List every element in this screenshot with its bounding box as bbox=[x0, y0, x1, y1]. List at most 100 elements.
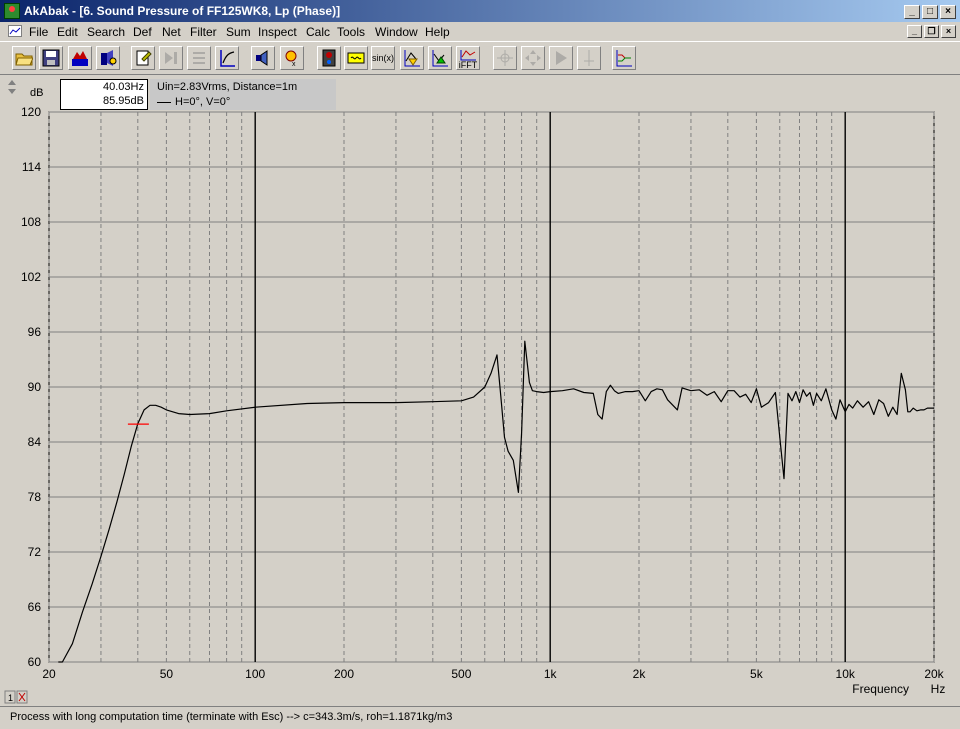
plot-up-button[interactable] bbox=[400, 46, 424, 70]
marker-icon bbox=[584, 50, 594, 66]
menu-window[interactable]: Window bbox=[375, 25, 418, 39]
document-window-controls: _ ❐ × bbox=[907, 25, 956, 38]
svg-text:x: x bbox=[292, 61, 296, 67]
x-axis-unit: Hz bbox=[931, 682, 946, 696]
sin-button-label: sin(x) bbox=[372, 53, 394, 63]
cursor-button[interactable] bbox=[493, 46, 517, 70]
ifft-button-label: iFFT bbox=[458, 60, 478, 70]
x-tick-label: 20k bbox=[924, 667, 944, 681]
svg-text:1: 1 bbox=[8, 693, 13, 703]
save-button[interactable] bbox=[39, 46, 63, 70]
graphs-button[interactable] bbox=[612, 46, 636, 70]
legend-conditions: Uin=2.83Vrms, Distance=1m bbox=[157, 81, 298, 93]
step-button[interactable] bbox=[159, 46, 183, 70]
filter-icon bbox=[347, 52, 365, 64]
doc-minimize-button[interactable]: _ bbox=[907, 25, 922, 38]
plot-down-icon bbox=[432, 50, 448, 67]
model-icon bbox=[72, 51, 88, 66]
legend-entry-label: H=0°, V=0° bbox=[175, 96, 231, 108]
status-toggle-icon[interactable]: 1 bbox=[4, 690, 30, 704]
menu-bar: File Edit Search Def Net Filter Sum Inspect Calc… bbox=[0, 22, 960, 41]
plot-up-icon bbox=[404, 50, 420, 67]
driver-button[interactable] bbox=[96, 46, 120, 70]
sin-button[interactable]: sin(x) bbox=[371, 46, 395, 70]
speaker-button[interactable] bbox=[251, 46, 275, 70]
y-tick-label: 108 bbox=[21, 215, 41, 229]
legend-line-swatch bbox=[157, 101, 171, 103]
menu-file[interactable]: File bbox=[29, 25, 48, 39]
window-controls: _ □ × bbox=[904, 5, 956, 19]
y-tick-label: 120 bbox=[21, 105, 41, 119]
x-tick-label: 10k bbox=[836, 667, 856, 681]
x-tick-label: 20 bbox=[42, 667, 56, 681]
title-bar: AkAbak - [6. Sound Pressure of FF125WK8,… bbox=[0, 0, 960, 22]
y-tick-label: 66 bbox=[28, 600, 42, 614]
xy-button[interactable]: x bbox=[280, 46, 304, 70]
menu-search[interactable]: Search bbox=[87, 25, 125, 39]
x-axis-title: Frequency bbox=[852, 682, 909, 696]
ifft-button[interactable]: iFFT bbox=[456, 46, 480, 70]
cursor-frequency: 40.03Hz bbox=[103, 81, 144, 93]
menu-sum[interactable]: Sum bbox=[226, 25, 251, 39]
legend-panel: Uin=2.83Vrms, Distance=1m H=0°, V=0° bbox=[150, 79, 336, 110]
scale-button[interactable] bbox=[215, 46, 239, 70]
y-tick-label: 60 bbox=[28, 655, 42, 669]
status-bar: 1 Process with long computation time (te… bbox=[0, 690, 960, 729]
play-icon bbox=[556, 51, 567, 65]
document-icon bbox=[8, 25, 22, 37]
minimize-button[interactable]: _ bbox=[904, 5, 920, 19]
open-icon bbox=[15, 53, 33, 66]
step-icon bbox=[165, 52, 177, 64]
menu-net[interactable]: Net bbox=[162, 25, 181, 39]
status-text: Process with long computation time (term… bbox=[10, 711, 453, 723]
list-icon bbox=[193, 52, 205, 64]
y-tick-label: 90 bbox=[28, 380, 42, 394]
scale-icon bbox=[220, 50, 235, 67]
plot-area[interactable]: 60 66 72 78 84 90 96 102 108 114 120 20 50 100 200 500 1… bbox=[0, 76, 960, 706]
x-tick-label: 1k bbox=[544, 667, 558, 681]
menu-edit[interactable]: Edit bbox=[57, 25, 78, 39]
list-button[interactable] bbox=[187, 46, 211, 70]
app-icon bbox=[4, 3, 20, 19]
y-tick-label: 114 bbox=[22, 160, 41, 174]
window-title: AkAbak - [6. Sound Pressure of FF125WK8,… bbox=[24, 4, 341, 18]
menu-inspect[interactable]: Inspect bbox=[258, 25, 297, 39]
play-button[interactable] bbox=[549, 46, 573, 70]
filter-button[interactable] bbox=[344, 46, 368, 70]
cursor-icon bbox=[497, 50, 513, 66]
marker-button[interactable] bbox=[577, 46, 601, 70]
y-axis-title: dB bbox=[30, 87, 44, 99]
x-tick-label: 50 bbox=[160, 667, 174, 681]
menu-tools[interactable]: Tools bbox=[337, 25, 365, 39]
xy-icon: x bbox=[285, 50, 297, 67]
box-button[interactable] bbox=[317, 46, 341, 70]
cursor-level: 85.95dB bbox=[103, 95, 144, 107]
graphs-icon bbox=[616, 50, 632, 67]
x-tick-label: 5k bbox=[750, 667, 764, 681]
driver-icon bbox=[101, 50, 117, 66]
box-icon bbox=[322, 49, 336, 67]
model-button[interactable] bbox=[68, 46, 92, 70]
menu-def[interactable]: Def bbox=[133, 25, 152, 39]
y-tick-label: 84 bbox=[28, 435, 42, 449]
menu-filter[interactable]: Filter bbox=[190, 25, 217, 39]
menu-help[interactable]: Help bbox=[425, 25, 450, 39]
doc-restore-button[interactable]: ❐ bbox=[924, 25, 939, 38]
maximize-button[interactable]: □ bbox=[922, 5, 938, 19]
y-tick-label: 78 bbox=[28, 490, 42, 504]
close-button[interactable]: × bbox=[940, 5, 956, 19]
save-icon bbox=[42, 49, 60, 67]
menu-calc[interactable]: Calc bbox=[306, 25, 330, 39]
plot-down-button[interactable] bbox=[428, 46, 452, 70]
open-button[interactable] bbox=[12, 46, 36, 70]
edit-button[interactable] bbox=[131, 46, 155, 70]
y-tick-label: 102 bbox=[21, 270, 41, 284]
scroll-arrows-icon[interactable] bbox=[6, 79, 18, 95]
x-tick-label: 200 bbox=[334, 667, 354, 681]
move-button[interactable] bbox=[521, 46, 545, 70]
y-tick-label: 96 bbox=[28, 325, 42, 339]
legend-entry: H=0°, V=0° bbox=[157, 96, 230, 108]
toolbar: x sin(x) iFFT bbox=[0, 41, 960, 75]
frequency-response-chart[interactable]: 60 66 72 78 84 90 96 102 108 114 120 20 50 100 200 500 1… bbox=[0, 76, 960, 706]
doc-close-button[interactable]: × bbox=[941, 25, 956, 38]
